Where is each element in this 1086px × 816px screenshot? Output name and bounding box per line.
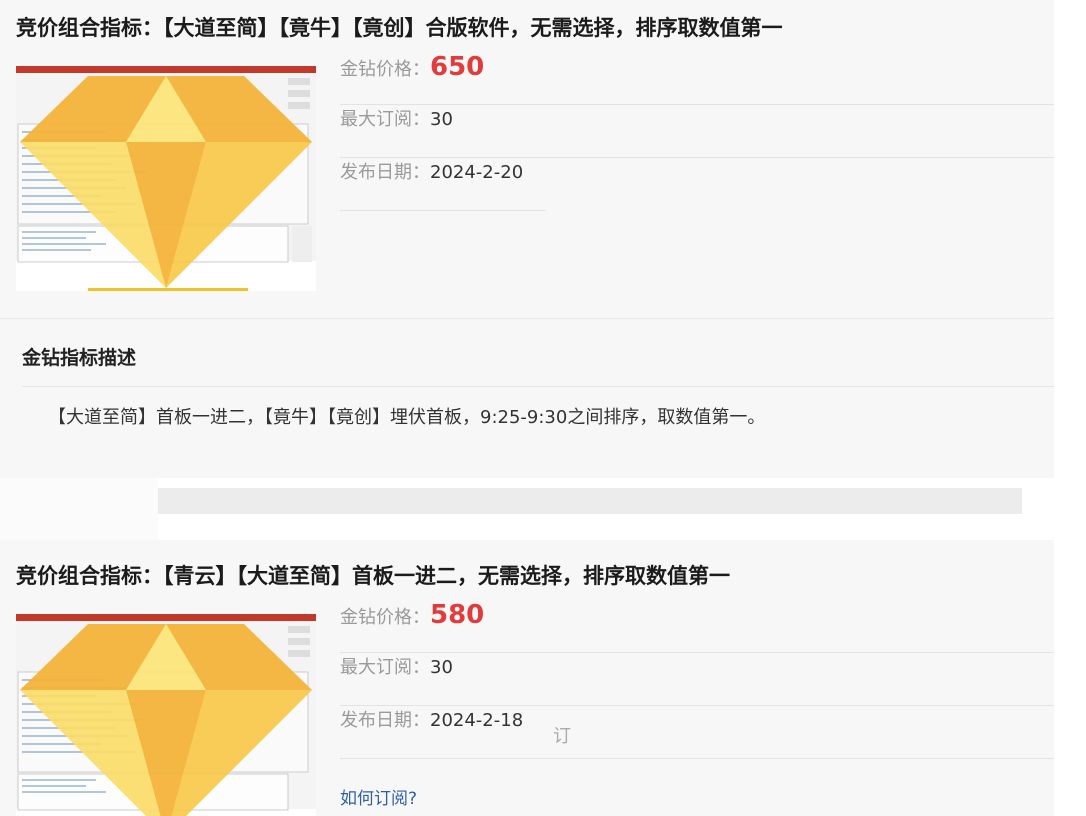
price-value: 650	[430, 52, 485, 82]
product-thumbnail[interactable]	[16, 614, 316, 816]
subscription-label: 最大订阅：	[340, 657, 430, 678]
date-row: 发布日期：2024-2-20	[340, 158, 546, 211]
stray-glyph: 订	[553, 726, 571, 747]
subscription-row: 最大订阅：30	[340, 105, 1054, 158]
date-row: 发布日期：2024-2-18	[340, 706, 1054, 759]
date-label: 发布日期：	[340, 162, 430, 183]
price-row: 金钻价格：580	[340, 600, 1054, 653]
diamond-icon	[16, 66, 316, 291]
date-value: 2024-2-18	[430, 710, 524, 731]
divider	[22, 386, 1054, 387]
separator-bar	[158, 488, 1022, 514]
subscription-value: 30	[430, 109, 453, 130]
description-text: 【大道至简】首板一进二，【竟牛】【竟创】埋伏首板，9:25-9:30之间排序，取…	[48, 407, 766, 428]
subscription-label: 最大订阅：	[340, 109, 430, 130]
price-value: 580	[430, 600, 485, 630]
diamond-icon	[16, 614, 316, 816]
price-label: 金钻价格：	[340, 607, 430, 628]
product-thumbnail[interactable]	[16, 66, 316, 291]
product-card-2: 竞价组合指标：【青云】【大道至简】首板一进二，无需选择，排序取数值第一 金钻价格…	[0, 540, 1054, 816]
product-title[interactable]: 竞价组合指标：【青云】【大道至简】首板一进二，无需选择，排序取数值第一	[16, 560, 730, 590]
description-section: 金钻指标描述 【大道至简】首板一进二，【竟牛】【竟创】埋伏首板，9:25-9:3…	[0, 318, 1054, 479]
separator-left	[0, 478, 158, 540]
how-to-subscribe-link[interactable]: 如何订阅?	[340, 784, 417, 809]
subscription-value: 30	[430, 657, 453, 678]
subscription-row: 最大订阅：30	[340, 653, 1054, 706]
date-value: 2024-2-20	[430, 162, 524, 183]
product-card-1: 竞价组合指标：【大道至简】【竟牛】【竟创】合版软件，无需选择，排序取数值第一 金…	[0, 0, 1054, 478]
product-title[interactable]: 竞价组合指标：【大道至简】【竟牛】【竟创】合版软件，无需选择，排序取数值第一	[16, 12, 783, 42]
description-heading: 金钻指标描述	[22, 347, 137, 369]
date-label: 发布日期：	[340, 710, 430, 731]
page: 竞价组合指标：【大道至简】【竟牛】【竟创】合版软件，无需选择，排序取数值第一 金…	[0, 0, 1086, 816]
page-edge	[1054, 0, 1086, 816]
price-row: 金钻价格：650	[340, 52, 1054, 105]
price-label: 金钻价格：	[340, 59, 430, 80]
